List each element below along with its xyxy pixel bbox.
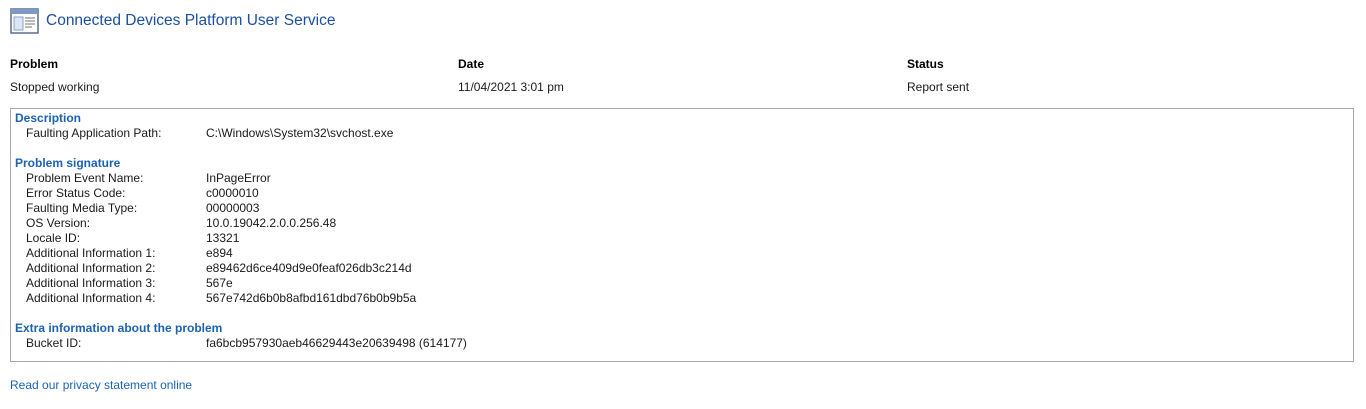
detail-value: e89462d6ce409d9e0feaf026db3c214d <box>206 261 412 275</box>
page-title: Connected Devices Platform User Service <box>46 12 336 29</box>
detail-key: Error Status Code: <box>26 186 126 200</box>
date-value: 11/04/2021 3:01 pm <box>458 80 564 94</box>
date-header: Date <box>458 57 485 71</box>
detail-key: Bucket ID: <box>26 336 82 350</box>
detail-key: Additional Information 1: <box>26 246 156 260</box>
detail-value: 567e <box>206 276 233 290</box>
detail-key: Faulting Application Path: <box>26 126 162 140</box>
detail-value: 567e742d6b0b8afbd161dbd76b0b9b5a <box>206 291 417 305</box>
report-document-icon <box>10 8 39 34</box>
window-title-bar: Connected Devices Platform User Service <box>10 6 335 36</box>
detail-key: Additional Information 2: <box>26 261 156 275</box>
detail-value: 10.0.19042.2.0.0.256.48 <box>206 216 337 230</box>
detail-key: Locale ID: <box>26 231 81 245</box>
detail-value: C:\Windows\System32\svchost.exe <box>206 126 394 140</box>
detail-value: InPageError <box>206 171 271 185</box>
detail-key: Problem Event Name: <box>26 171 144 185</box>
problem-value: Stopped working <box>10 80 100 94</box>
description-section-title: Description <box>15 111 82 125</box>
detail-key: Additional Information 4: <box>26 291 156 305</box>
detail-key: OS Version: <box>26 216 91 230</box>
detail-value: c0000010 <box>206 186 259 200</box>
detail-key: Additional Information 3: <box>26 276 156 290</box>
problem-details-panel: Description Faulting Application Path: C… <box>10 108 1354 362</box>
detail-value: e894 <box>206 246 233 260</box>
problem-header: Problem <box>10 57 59 71</box>
detail-key: Faulting Media Type: <box>26 201 138 215</box>
detail-value: 00000003 <box>206 201 260 215</box>
extra-info-section-title: Extra information about the problem <box>15 321 223 335</box>
status-header: Status <box>907 57 944 71</box>
detail-value: 13321 <box>206 231 240 245</box>
detail-value: fa6bcb957930aeb46629443e20639498 (614177… <box>206 336 467 350</box>
status-value: Report sent <box>907 80 970 94</box>
problem-signature-section-title: Problem signature <box>15 156 121 170</box>
privacy-statement-link[interactable]: Read our privacy statement online <box>10 378 192 392</box>
